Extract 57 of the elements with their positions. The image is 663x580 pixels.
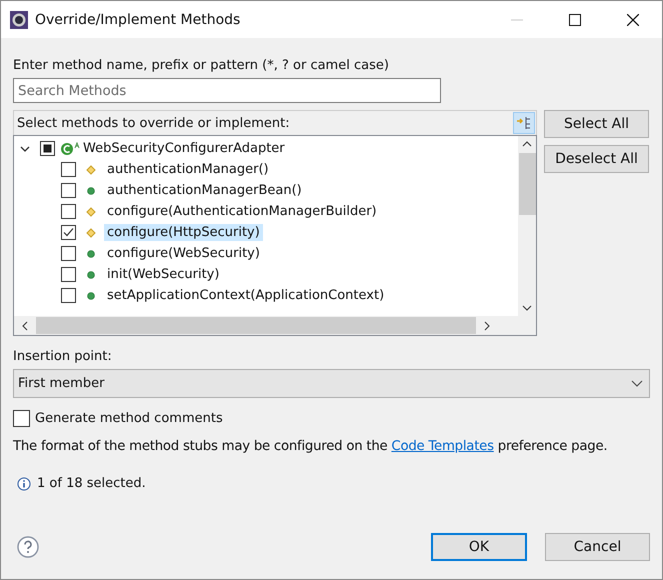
public-method-icon [86, 290, 96, 300]
hierarchy-icon [516, 116, 532, 130]
methods-label: Select methods to override or implement: [17, 116, 291, 130]
deselect-all-button[interactable]: Deselect All [544, 145, 649, 173]
checkbox[interactable] [40, 141, 55, 156]
help-icon [17, 536, 39, 558]
public-method-icon [86, 270, 96, 280]
vertical-scrollbar[interactable] [518, 136, 536, 316]
checkbox[interactable] [61, 246, 76, 261]
status-message: 1 of 18 selected. [37, 476, 146, 491]
dropdown-caret-icon [631, 380, 643, 388]
format-note: The format of the method stubs may be configured on the Code Templates preference page. [13, 439, 608, 454]
caret-icon[interactable] [20, 144, 30, 154]
checkbox[interactable] [61, 183, 76, 198]
scroll-thumb[interactable] [518, 153, 536, 215]
scroll-right-icon [484, 320, 490, 330]
select-all-button[interactable]: Select All [544, 110, 649, 138]
checkbox[interactable] [13, 410, 30, 427]
public-method-icon [86, 186, 96, 196]
checkbox[interactable] [61, 288, 76, 303]
tree-item[interactable]: configure(AuthenticationManagerBuilder) [104, 203, 380, 220]
scroll-up-icon [522, 141, 532, 147]
scroll-thumb[interactable] [36, 317, 476, 334]
tree-item[interactable]: authenticationManager() [104, 161, 272, 178]
close-icon [627, 14, 639, 26]
tree-item[interactable]: configure(HttpSecurity) [104, 224, 263, 241]
maximize-icon [569, 14, 581, 26]
code-templates-link[interactable]: Code Templates [391, 439, 494, 454]
info-icon [17, 476, 31, 490]
public-method-icon [86, 248, 96, 258]
tree-item[interactable]: init(WebSecurity) [104, 266, 222, 283]
checkbox-label: Generate method comments [35, 411, 223, 426]
checkbox[interactable] [61, 267, 76, 282]
protected-method-icon [86, 206, 96, 216]
checkbox[interactable] [61, 225, 76, 240]
help-button[interactable] [17, 536, 39, 558]
scroll-down-icon [522, 305, 532, 311]
checkbox[interactable] [61, 162, 76, 177]
class-icon [60, 142, 80, 156]
scroll-left-icon [22, 320, 28, 330]
app-icon [10, 10, 28, 28]
insertion-dropdown[interactable]: First member [13, 369, 650, 398]
insertion-label: Insertion point: [13, 349, 113, 364]
tree-item[interactable]: WebSecurityConfigurerAdapter [83, 140, 288, 157]
cancel-button[interactable]: Cancel [545, 533, 650, 561]
toggle-button[interactable] [513, 112, 535, 134]
tree-item[interactable]: configure(WebSecurity) [104, 245, 263, 262]
tree-item[interactable]: authenticationManagerBean() [104, 182, 305, 199]
search-field[interactable]: Search Methods [13, 78, 441, 103]
protected-method-icon [86, 228, 96, 238]
protected-method-icon [86, 164, 96, 174]
horizontal-scrollbar[interactable] [14, 316, 536, 335]
tree-item[interactable]: setApplicationContext(ApplicationContext) [104, 287, 388, 304]
checkbox[interactable] [61, 204, 76, 219]
ok-button[interactable]: OK [431, 533, 527, 561]
window-title: Override/Implement Methods [35, 12, 242, 28]
filter-label: Enter method name, prefix or pattern (*, ? or camel case) [13, 58, 390, 73]
